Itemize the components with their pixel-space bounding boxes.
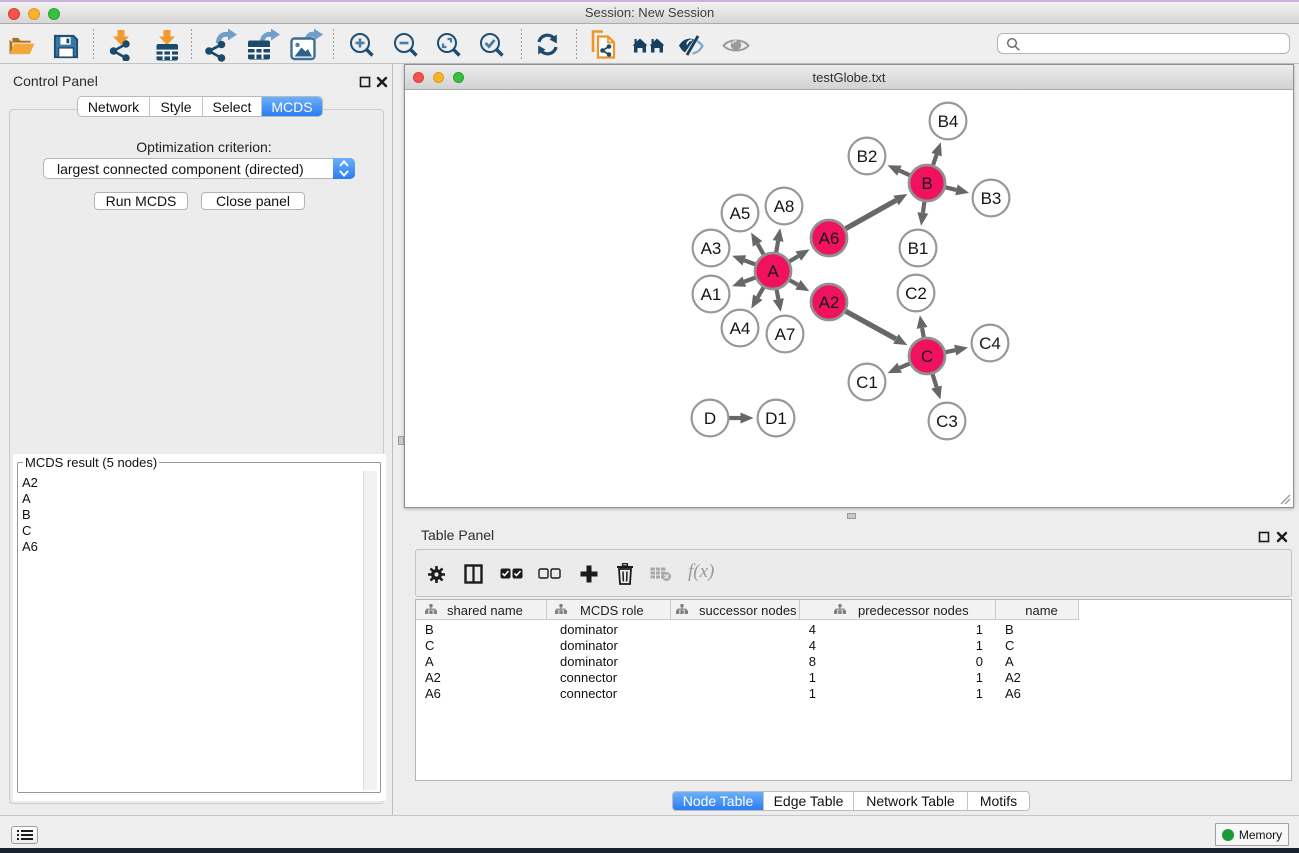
svg-text:A: A <box>767 262 779 281</box>
svg-text:A2: A2 <box>819 293 840 312</box>
svg-text:A6: A6 <box>819 229 840 248</box>
svg-text:A7: A7 <box>775 325 796 344</box>
svg-text:A8: A8 <box>774 197 795 216</box>
svg-text:C2: C2 <box>905 284 927 303</box>
svg-text:C1: C1 <box>856 373 878 392</box>
svg-text:B: B <box>921 174 932 193</box>
svg-text:C: C <box>921 347 933 366</box>
svg-text:B3: B3 <box>981 189 1002 208</box>
svg-text:C4: C4 <box>979 334 1001 353</box>
svg-text:B2: B2 <box>857 147 878 166</box>
svg-text:B4: B4 <box>938 112 959 131</box>
svg-text:A1: A1 <box>701 285 722 304</box>
svg-text:A5: A5 <box>730 204 751 223</box>
svg-text:A4: A4 <box>730 319 751 338</box>
svg-text:C3: C3 <box>936 412 958 431</box>
svg-text:D: D <box>704 409 716 428</box>
svg-text:B1: B1 <box>908 239 929 258</box>
svg-text:A3: A3 <box>701 239 722 258</box>
svg-text:D1: D1 <box>765 409 787 428</box>
